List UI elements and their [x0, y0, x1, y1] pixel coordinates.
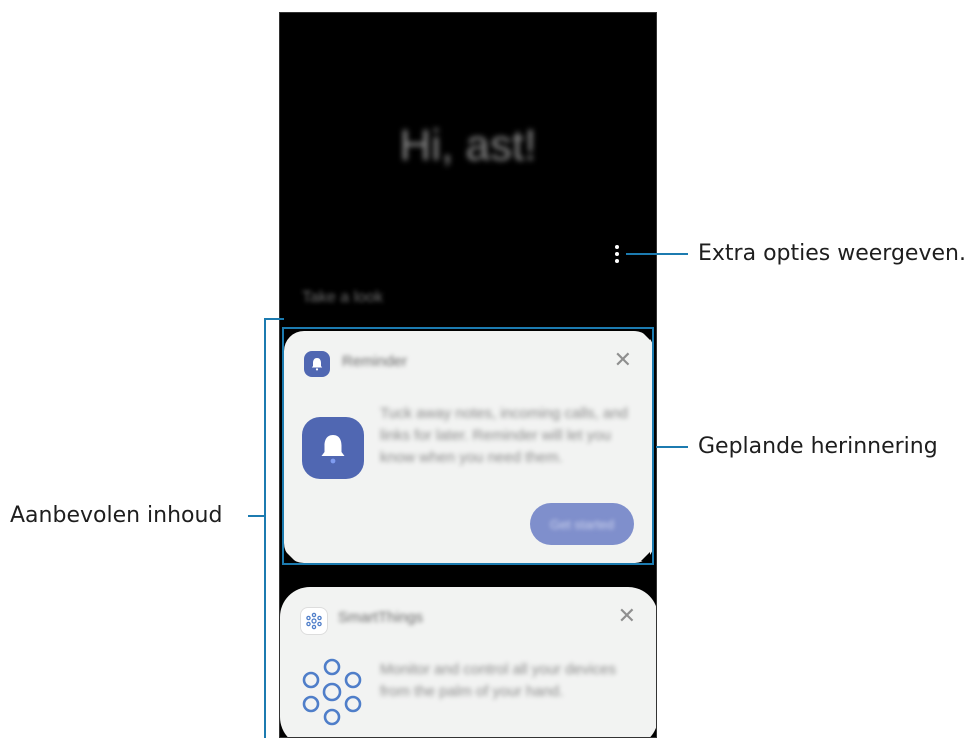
callout-extra-options: Extra opties weergeven. — [698, 241, 966, 266]
scheduled-reminder-highlight — [282, 327, 654, 565]
callout-recommended-content: Aanbevolen inhoud — [10, 503, 223, 528]
corner-marker — [641, 552, 650, 561]
smartthings-app-name: SmartThings — [338, 609, 424, 626]
take-a-look-label: Take a look — [302, 289, 383, 306]
smartthings-icon — [302, 657, 362, 727]
greeting-text: Hi, ast! — [399, 121, 537, 170]
callout-bracket-recommended — [264, 318, 266, 738]
smartthings-app-icon — [300, 607, 328, 635]
callout-line-extra-options — [626, 253, 688, 255]
more-options-icon[interactable] — [612, 245, 622, 267]
callout-line-recommended — [248, 515, 264, 517]
corner-marker — [286, 331, 295, 340]
callout-bracket-top — [264, 318, 284, 320]
corner-marker — [286, 552, 295, 561]
smartthings-description: Monitor and control all your devices fro… — [380, 661, 616, 700]
smartthings-close-button[interactable]: ✕ — [618, 605, 636, 627]
corner-marker — [641, 331, 650, 340]
callout-scheduled-reminder: Geplande herinnering — [698, 434, 938, 459]
smartthings-card[interactable]: SmartThings ✕ Monitor and control all yo… — [280, 587, 656, 737]
callout-line-scheduled-reminder — [656, 446, 688, 448]
